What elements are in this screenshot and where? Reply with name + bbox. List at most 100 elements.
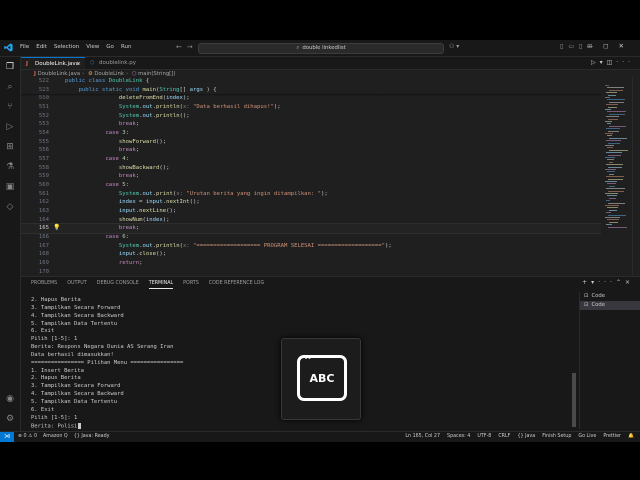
run-file-icon[interactable]: ▷▾ [591,59,607,66]
terminal-line: 2. Hapus Berita [31,297,81,303]
finish-setup[interactable]: Finish Setup [542,432,571,442]
java-status[interactable]: {} Java: Ready [74,432,110,442]
code-line[interactable]: 560 case 5: [21,181,601,190]
code-line[interactable]: 169 return; [21,259,601,268]
encoding[interactable]: UTF-8 [477,432,491,442]
panel-tab-debug-console[interactable]: DEBUG CONSOLE [97,281,139,289]
panel-tabs: PROBLEMS OUTPUT DEBUG CONSOLE TERMINAL P… [31,281,264,289]
extensions-icon[interactable]: ⊞ [4,141,16,153]
back-arrow-icon[interactable]: ← [176,43,187,51]
explorer-icon[interactable]: ❐ [4,61,16,73]
line-number: 523 [38,86,49,93]
prettier-status[interactable]: Prettier [603,432,621,442]
amazon-q-status[interactable]: Amazon Q [43,432,68,442]
line-ending[interactable]: CRLF [498,432,510,442]
run-debug-icon[interactable]: ▷ [4,121,16,133]
copilot-icon[interactable]: ⚇ ▾ [449,43,459,50]
line-number: 555 [38,138,49,145]
code-text: case 4: [105,155,130,162]
code-line[interactable]: 555 showForward(); [21,138,601,147]
code-text: case 6: [105,233,130,240]
tab-doublelink-java[interactable]: J DoubleLink.java × [21,57,85,69]
code-line[interactable]: 561 System.out.print(s: "Urutan berita ya… [21,190,601,199]
code-line[interactable]: 165 💡 break; [21,223,601,234]
minimize-icon[interactable]: — [587,42,604,50]
code-editor[interactable]: 522 public class DoubleLink {523 public st… [21,77,601,275]
code-line[interactable]: 551 System.out.println(x: "Data berhasil … [21,103,601,112]
menu-file[interactable]: File [20,44,29,50]
close-window-icon[interactable]: ✕ [619,42,634,50]
panel-tab-output[interactable]: OUTPUT [67,281,87,289]
cursor-position[interactable]: Ln 165, Col 27 [405,432,440,442]
settings-gear-icon[interactable]: ⚙ [4,413,16,425]
lightbulb-icon[interactable]: 💡 [53,224,60,233]
terminal-session[interactable]: ⊡ Code [580,292,640,301]
code-line[interactable]: 556 break; [21,146,601,155]
code-line[interactable]: 162 index = input.nextInt(); [21,198,601,207]
code-line[interactable]: 552 System.out.println(); [21,112,601,121]
terminal-icon: ⊡ [584,302,589,308]
code-line[interactable]: 522 public class DoubleLink { [21,77,601,86]
maximize-icon[interactable]: ◻ [603,42,618,50]
line-number: 163 [38,207,49,214]
minimap-line [608,94,616,96]
language-mode[interactable]: {} Java [517,432,535,442]
new-terminal-icon[interactable]: +▾ [582,279,598,286]
minimap-line [606,128,620,130]
more-icon[interactable]: ··· [598,279,616,286]
go-live[interactable]: Go Live [578,432,596,442]
code-line[interactable]: 554 case 3: [21,129,601,138]
code-line[interactable]: 168 input.close(); [21,250,601,259]
account-icon[interactable]: ◉ [4,393,16,405]
menu-selection[interactable]: Selection [54,44,79,50]
indentation[interactable]: Spaces: 4 [447,432,470,442]
panel-tab-ports[interactable]: PORTS [183,281,199,289]
code-line[interactable]: 166 case 6: [21,233,601,242]
maximize-panel-icon[interactable]: ⌃ [616,279,625,286]
minimap-line [608,190,624,192]
code-text: showForward(); [118,138,167,145]
code-line[interactable]: 170 [21,268,601,275]
amazon-q-icon[interactable]: ◇ [4,201,16,213]
remote-explorer-icon[interactable]: ▣ [4,181,16,193]
code-line[interactable]: 559 break; [21,172,601,181]
problems-count[interactable]: ⊗ 0 ⚠ 0 [18,432,37,442]
close-panel-icon[interactable]: × [625,279,634,286]
remote-indicator-icon[interactable]: ⋊ [0,432,14,442]
menu-bar: File Edit Selection View Go Run [20,44,131,50]
line-number: 522 [38,78,49,84]
menu-edit[interactable]: Edit [36,44,47,50]
code-line[interactable]: 163 input.nextLine(); [21,207,601,216]
editor-scrollbar[interactable] [632,77,639,275]
forward-arrow-icon[interactable]: → [187,43,198,51]
tab-doublelink-py[interactable]: ⬡ doublelink.py [85,57,151,69]
minimap-line [609,125,626,127]
code-line[interactable]: 523 public static void main(String[] args… [21,86,601,95]
panel-tab-problems[interactable]: PROBLEMS [31,281,57,289]
command-center-search[interactable]: ⌕ double linkedlist [198,43,444,54]
menu-go[interactable]: Go [106,44,114,50]
close-tab-icon[interactable]: × [76,58,81,70]
minimap-line [607,87,624,89]
code-line[interactable]: 557 case 4: [21,155,601,164]
code-line[interactable]: 164 showNum(index); [21,216,601,225]
split-editor-icon[interactable]: ◫ [607,59,617,66]
menu-run[interactable]: Run [121,44,132,50]
terminal-session[interactable]: ⊡ Code [580,301,640,310]
search-activity-icon[interactable]: ⌕ [4,81,16,93]
notifications-icon[interactable]: 🔔 [628,432,634,442]
testing-icon[interactable]: ⚗ [4,161,16,173]
source-control-icon[interactable]: ⑂ [4,101,16,113]
menu-view[interactable]: View [86,44,99,50]
panel-tab-terminal[interactable]: TERMINAL [148,281,174,289]
toggle-panel-icon[interactable]: ▭ [568,43,579,50]
code-line[interactable]: 167 System.out.println(x: "==============… [21,242,601,251]
terminal-scrollbar[interactable] [572,373,576,427]
minimap[interactable] [603,77,629,275]
minimap-line [609,89,623,91]
more-actions-icon[interactable]: ··· [616,59,634,66]
code-line[interactable]: 553 break; [21,120,601,129]
code-line[interactable]: 558 showBackward(); [21,164,601,173]
panel-tab-code-reference-log[interactable]: CODE REFERENCE LOG [209,281,264,289]
editor-tabs: J DoubleLink.java × ⬡ doublelink.py ▷▾◫·… [21,57,640,70]
